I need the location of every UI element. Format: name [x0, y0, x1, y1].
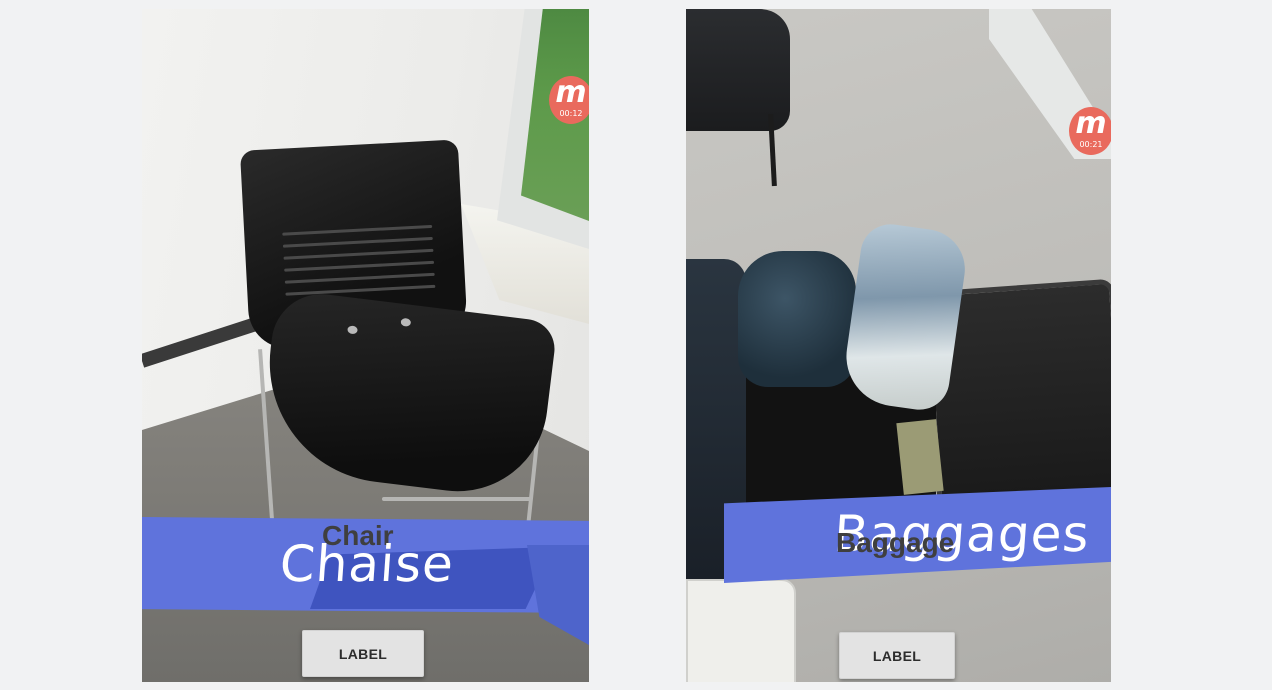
recording-time: 00:21: [1079, 140, 1103, 149]
chair-slot: [284, 260, 435, 272]
label-button[interactable]: LABEL: [839, 632, 955, 679]
seat-bolt: [347, 325, 358, 335]
chair-slot: [285, 284, 436, 296]
blue-clothes-bag: [738, 251, 856, 387]
camera-view-chair: m 00:12 Chair Chaise LABEL: [142, 9, 589, 682]
seat-bolt: [400, 317, 412, 327]
camera-view-baggage: m 00:21 Baggages Baggage LABEL: [686, 9, 1111, 682]
backpack: [686, 9, 790, 131]
recorder-badge[interactable]: m 00:12: [549, 76, 589, 124]
white-box: [686, 579, 796, 682]
recorder-badge[interactable]: m 00:21: [1069, 107, 1111, 155]
chair-slot: [284, 272, 435, 284]
chair-slot: [283, 248, 434, 260]
label-button[interactable]: LABEL: [302, 630, 424, 677]
translated-label: Chaise: [277, 535, 456, 593]
chair-slot: [282, 236, 433, 248]
recording-time: 00:12: [559, 109, 583, 118]
clothing-tag: [896, 419, 944, 495]
chair-slot: [282, 224, 433, 236]
chair-footrest: [382, 497, 532, 501]
english-label: Baggage: [836, 527, 955, 558]
